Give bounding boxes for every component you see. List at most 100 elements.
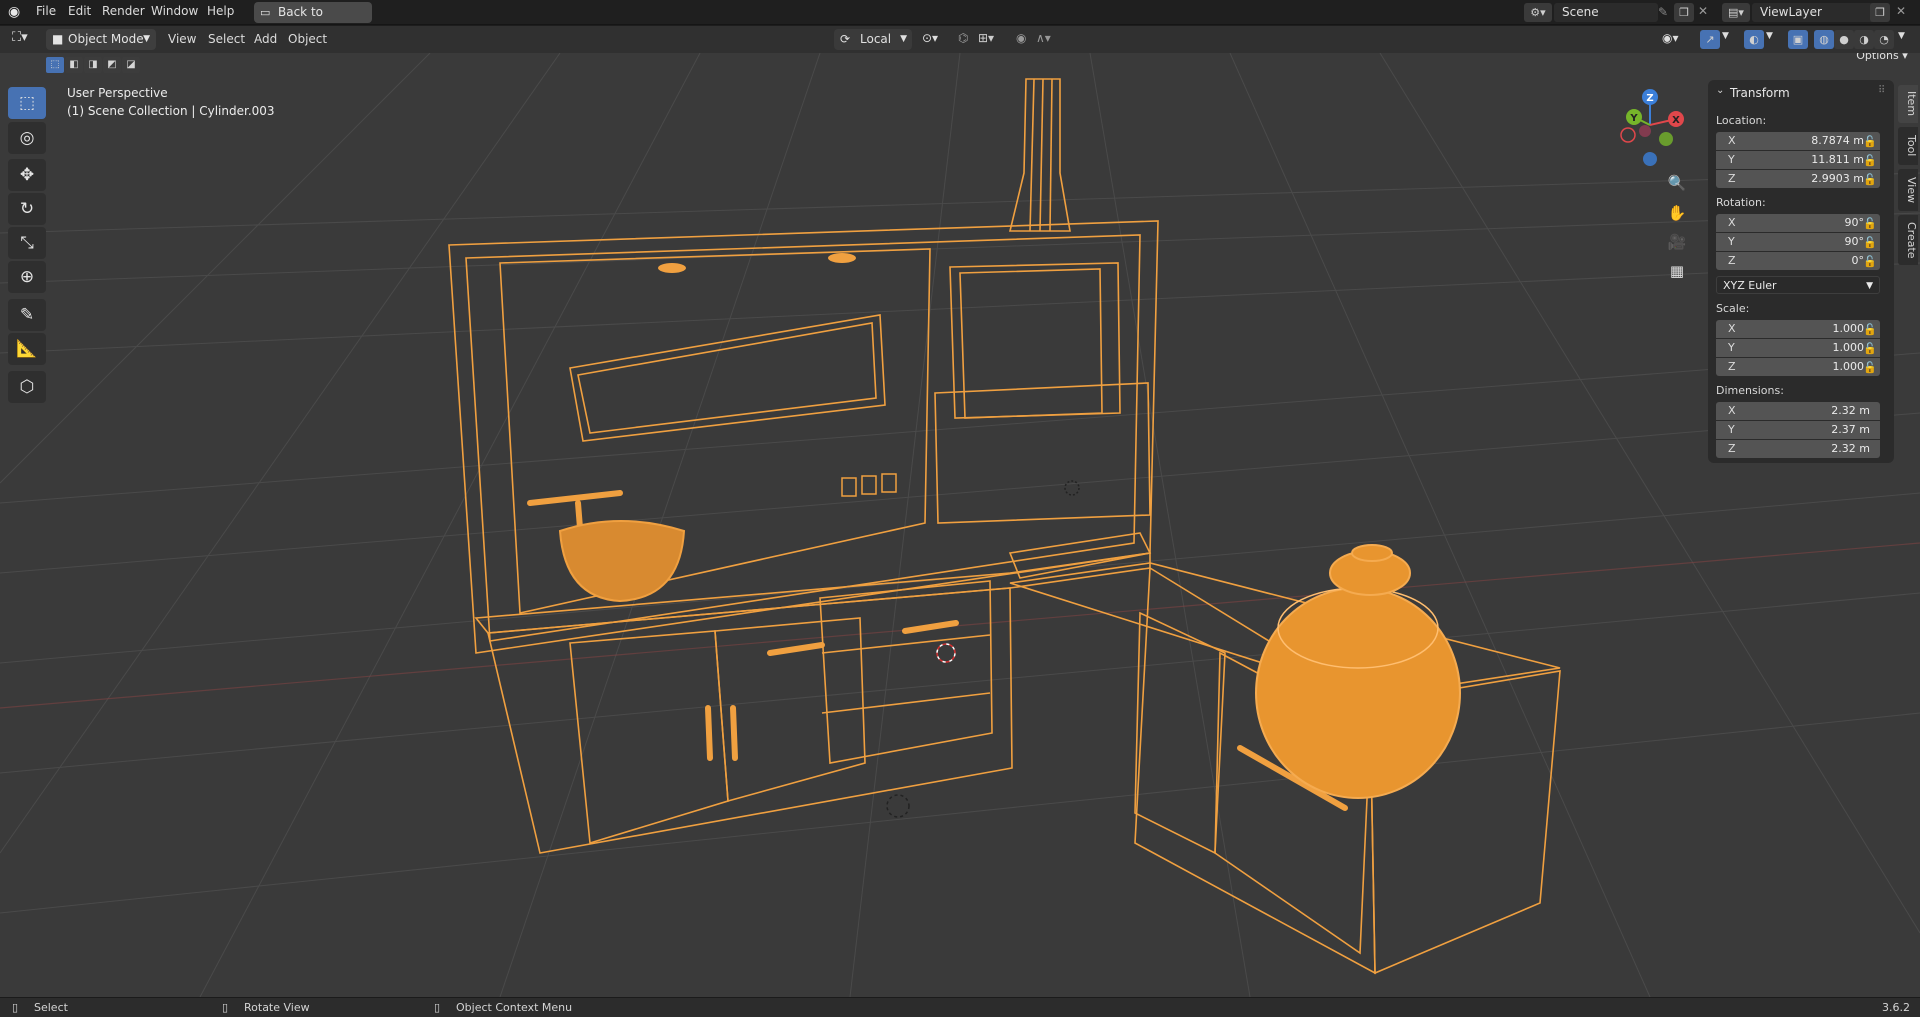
view-layer-field[interactable]: ViewLayer — [1752, 3, 1878, 22]
navigation-gizmo[interactable]: Z X Y — [1608, 83, 1692, 167]
dimensions-y-field[interactable]: Y 2.37 m — [1716, 421, 1880, 439]
tab-tool[interactable]: Tool — [1898, 127, 1918, 165]
blender-logo-icon[interactable]: ◉ — [8, 4, 20, 20]
pin-icon[interactable]: ✎ — [1658, 5, 1668, 19]
lock-rotation-x-icon[interactable]: 🔓 — [1863, 217, 1877, 231]
rotation-z-field[interactable]: Z 0° — [1716, 252, 1880, 270]
cooking-pot-mesh[interactable] — [1255, 587, 1461, 799]
select-subtract-icon[interactable]: ◨ — [84, 57, 102, 73]
proportional-edit-icon[interactable]: ◉ — [1016, 31, 1026, 45]
light-object-marker[interactable] — [886, 794, 910, 818]
menu-file[interactable]: File — [32, 4, 60, 18]
axis-x-label: X — [1728, 216, 1736, 229]
sink-bowl-mesh[interactable] — [558, 520, 686, 603]
solid-shading-icon[interactable]: ● — [1834, 30, 1854, 49]
drag-handle-icon[interactable]: ⠿ — [1878, 85, 1885, 96]
menu-edit[interactable]: Edit — [64, 4, 95, 18]
lock-scale-y-icon[interactable]: 🔓 — [1863, 342, 1877, 356]
add-cube-tool-icon[interactable]: ⬡ — [8, 371, 46, 403]
lock-location-x-icon[interactable]: 🔓 — [1863, 135, 1877, 149]
location-z-field[interactable]: Z 2.9903 m — [1716, 170, 1880, 188]
transform-orientation-dropdown[interactable]: ⟳ Local ▼ — [834, 29, 912, 50]
editor-type-icon[interactable]: ⛶▾ — [12, 30, 28, 45]
rotation-mode-dropdown[interactable]: XYZ Euler ▼ — [1716, 276, 1880, 294]
close-scene-icon[interactable]: ✕ — [1698, 4, 1708, 18]
menu-select[interactable]: Select — [208, 32, 245, 46]
xray-toggle-icon[interactable]: ▣ — [1788, 30, 1808, 49]
object-mode-dropdown[interactable]: ■ Object Mode ▼ — [46, 29, 156, 50]
dimensions-x-field[interactable]: X 2.32 m — [1716, 402, 1880, 420]
new-view-layer-icon[interactable]: ❐ — [1870, 3, 1890, 22]
location-x-field[interactable]: X 8.7874 m — [1716, 132, 1880, 150]
snap-target-icon[interactable]: ⊞▾ — [978, 31, 994, 45]
menu-add[interactable]: Add — [254, 32, 277, 46]
overlay-dropdown-icon[interactable]: ▼ — [1766, 31, 1773, 41]
menu-view[interactable]: View — [168, 32, 196, 46]
lock-location-z-icon[interactable]: 🔓 — [1863, 173, 1877, 187]
lock-scale-z-icon[interactable]: 🔓 — [1863, 361, 1877, 375]
lock-scale-x-icon[interactable]: 🔓 — [1863, 323, 1877, 337]
gizmo-toggle-icon[interactable]: ↗ — [1700, 30, 1720, 49]
zoom-icon[interactable]: 🔍 — [1663, 169, 1691, 197]
view-layer-browse-icon[interactable]: ▤▾ — [1722, 3, 1750, 22]
select-extend-icon[interactable]: ◧ — [65, 57, 83, 73]
collapse-chevron-icon[interactable]: ⌄ — [1716, 85, 1724, 96]
visibility-icon[interactable]: ◉▾ — [1662, 31, 1679, 45]
dimensions-z-field[interactable]: Z 2.32 m — [1716, 440, 1880, 458]
3d-viewport[interactable]: ⬚ ◧ ◨ ◩ ◪ ⬚ ◎ ✥ ↻ ⤡ ⊕ ✎ 📐 ⬡ User Perspec… — [0, 53, 1920, 997]
new-scene-icon[interactable]: ❐ — [1674, 3, 1694, 22]
pan-hand-icon[interactable]: ✋ — [1663, 199, 1691, 227]
back-to-previous-button[interactable]: ▭ Back to Previous — [254, 2, 372, 40]
select-intersect-icon[interactable]: ◪ — [122, 57, 140, 73]
menu-window[interactable]: Window — [147, 4, 202, 18]
location-y-field[interactable]: Y 11.811 m — [1716, 151, 1880, 169]
annotate-tool-icon[interactable]: ✎ — [8, 299, 46, 331]
rotation-y-field[interactable]: Y 90° — [1716, 233, 1880, 251]
measure-tool-icon[interactable]: 📐 — [8, 333, 46, 365]
scene-name-field[interactable]: Scene — [1554, 3, 1658, 22]
options-dropdown[interactable]: Options ▾ — [1850, 53, 1914, 66]
transform-title[interactable]: Transform — [1730, 86, 1790, 100]
lock-rotation-y-icon[interactable]: 🔓 — [1863, 236, 1877, 250]
falloff-icon[interactable]: ∧▾ — [1036, 31, 1051, 45]
gizmo-z-label[interactable]: Z — [1646, 93, 1653, 104]
material-shading-icon[interactable]: ◑ — [1854, 30, 1874, 49]
object-mode-label: Object Mode — [68, 32, 144, 46]
menu-render[interactable]: Render — [98, 4, 149, 18]
scene-browse-icon[interactable]: ⚙▾ — [1524, 3, 1552, 22]
select-new-icon[interactable]: ⬚ — [46, 57, 64, 73]
wireframe-shading-icon[interactable]: ◍ — [1814, 30, 1834, 49]
tab-view[interactable]: View — [1898, 169, 1918, 211]
gizmo-y-label[interactable]: Y — [1629, 113, 1638, 124]
scale-z-field[interactable]: Z 1.000 — [1716, 358, 1880, 376]
scale-z-value: 1.000 — [1832, 360, 1865, 373]
tab-create[interactable]: Create — [1898, 215, 1918, 265]
scale-x-field[interactable]: X 1.000 — [1716, 320, 1880, 338]
rotation-x-field[interactable]: X 90° — [1716, 214, 1880, 232]
scale-y-field[interactable]: Y 1.000 — [1716, 339, 1880, 357]
gizmo-x-label[interactable]: X — [1672, 115, 1680, 126]
close-view-layer-icon[interactable]: ✕ — [1896, 4, 1906, 18]
grid-view-icon[interactable]: ▦ — [1663, 257, 1691, 285]
menu-object[interactable]: Object — [288, 32, 327, 46]
3d-cursor[interactable] — [936, 643, 956, 663]
snap-icon[interactable]: ⌬ — [958, 31, 968, 45]
rotate-tool-icon[interactable]: ↻ — [8, 193, 46, 225]
menu-help[interactable]: Help — [203, 4, 238, 18]
pivot-point-icon[interactable]: ⊙▾ — [922, 31, 938, 45]
shading-dropdown-icon[interactable]: ▼ — [1898, 31, 1905, 41]
select-invert-icon[interactable]: ◩ — [103, 57, 121, 73]
lock-rotation-z-icon[interactable]: 🔓 — [1863, 255, 1877, 269]
overlay-toggle-icon[interactable]: ◐ — [1744, 30, 1764, 49]
scale-tool-icon[interactable]: ⤡ — [8, 227, 46, 259]
cursor-tool-icon[interactable]: ◎ — [8, 122, 46, 154]
viewport-scene[interactable] — [0, 53, 1920, 997]
gizmo-dropdown-icon[interactable]: ▼ — [1722, 31, 1729, 41]
tab-item[interactable]: Item — [1898, 85, 1918, 123]
lock-location-y-icon[interactable]: 🔓 — [1863, 154, 1877, 168]
rendered-shading-icon[interactable]: ◔ — [1874, 30, 1894, 49]
select-box-tool-icon[interactable]: ⬚ — [8, 87, 46, 119]
move-tool-icon[interactable]: ✥ — [8, 159, 46, 191]
camera-icon[interactable]: 🎥 — [1663, 228, 1691, 256]
transform-tool-icon[interactable]: ⊕ — [8, 261, 46, 293]
